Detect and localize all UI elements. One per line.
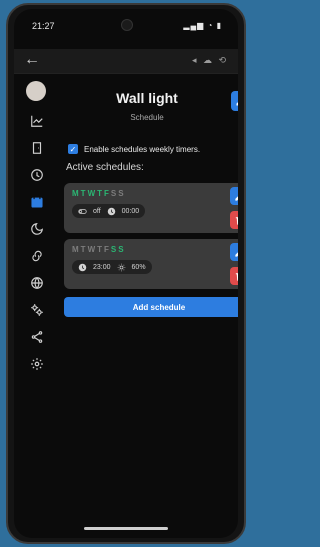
appbar-icons: ◂ ☁ ⟲ bbox=[191, 55, 228, 65]
enable-schedules-label: Enable schedules weekly timers. bbox=[84, 144, 201, 154]
door-icon[interactable] bbox=[24, 136, 50, 160]
status-bar: 21:27 ▂▄▆ ◔ ▮ bbox=[14, 9, 238, 45]
day-thu: T bbox=[97, 189, 105, 198]
clock-icon bbox=[107, 207, 115, 215]
schedule-state: off bbox=[93, 207, 101, 215]
phone-frame: 21:27 ▂▄▆ ◔ ▮ ← ◂ ☁ ⟲ Wall light Schedul… bbox=[6, 3, 246, 544]
day-fri: F bbox=[104, 245, 111, 254]
day-tue: T bbox=[80, 245, 88, 254]
clock-icon[interactable] bbox=[24, 163, 50, 187]
edit-device-button[interactable] bbox=[231, 91, 238, 111]
schedule-card-2: MTWTFSS 23:00 60% bbox=[64, 239, 238, 289]
calendar-icon[interactable] bbox=[24, 190, 50, 214]
schedule-info-chip: 23:00 60% bbox=[72, 260, 152, 274]
app-bar: ← ◂ ☁ ⟲ bbox=[14, 49, 238, 74]
globe-icon[interactable] bbox=[24, 271, 50, 295]
screen: 21:27 ▂▄▆ ◔ ▮ ← ◂ ☁ ⟲ Wall light Schedul… bbox=[14, 9, 238, 538]
pencil-icon bbox=[234, 195, 238, 201]
day-wed: W bbox=[87, 189, 98, 198]
day-sun: S bbox=[118, 189, 126, 198]
avatar[interactable] bbox=[26, 81, 46, 101]
day-thu: T bbox=[97, 245, 105, 254]
gears-icon[interactable] bbox=[24, 298, 50, 322]
enable-schedules-row[interactable]: ✓ Enable schedules weekly timers. bbox=[68, 142, 238, 156]
schedule-time: 23:00 bbox=[93, 263, 111, 271]
brightness-icon bbox=[117, 263, 125, 271]
schedule-days: MTWTFSS bbox=[72, 189, 126, 198]
day-mon: M bbox=[72, 245, 81, 254]
edit-schedule-button[interactable] bbox=[230, 243, 238, 261]
day-wed: W bbox=[87, 245, 98, 254]
page-title: Wall light bbox=[116, 90, 178, 106]
system-icons: ▂▄▆ ◔ ▮ bbox=[183, 21, 222, 30]
delete-schedule-button[interactable] bbox=[230, 211, 238, 229]
link-icon[interactable] bbox=[24, 244, 50, 268]
schedule-info-chip: off 00:00 bbox=[72, 204, 146, 218]
day-tue: T bbox=[80, 189, 88, 198]
schedule-time: 00:00 bbox=[121, 207, 140, 215]
pencil-icon bbox=[234, 251, 238, 257]
sidebar bbox=[24, 79, 50, 379]
schedule-days: MTWTFSS bbox=[72, 245, 126, 254]
page-subtitle: Schedule bbox=[130, 113, 164, 122]
main-content: Wall light Schedule ✓ Enable schedules w… bbox=[58, 79, 238, 519]
status-time: 21:27 bbox=[32, 21, 55, 31]
enable-schedules-checkbox[interactable]: ✓ bbox=[68, 144, 78, 154]
schedule-card-1: MTWTFSS off 00:00 bbox=[64, 183, 238, 233]
delete-schedule-button[interactable] bbox=[230, 267, 238, 285]
add-schedule-button[interactable]: Add schedule bbox=[64, 297, 238, 317]
share-icon[interactable] bbox=[24, 325, 50, 349]
back-icon[interactable]: ← bbox=[24, 51, 40, 69]
toggle-off-icon bbox=[78, 208, 87, 214]
trash-icon bbox=[235, 271, 238, 281]
trend-icon[interactable] bbox=[24, 109, 50, 133]
settings-icon[interactable] bbox=[24, 352, 50, 376]
trash-icon bbox=[235, 215, 238, 225]
home-indicator bbox=[84, 527, 168, 530]
day-sun: S bbox=[118, 245, 126, 254]
moon-icon[interactable] bbox=[24, 217, 50, 241]
day-mon: M bbox=[72, 189, 81, 198]
edit-schedule-button[interactable] bbox=[230, 187, 238, 205]
day-fri: F bbox=[104, 189, 111, 198]
camera-notch bbox=[121, 19, 133, 31]
schedule-brightness: 60% bbox=[131, 263, 146, 271]
active-schedules-title: Active schedules: bbox=[66, 162, 144, 173]
clock-icon bbox=[78, 263, 87, 271]
